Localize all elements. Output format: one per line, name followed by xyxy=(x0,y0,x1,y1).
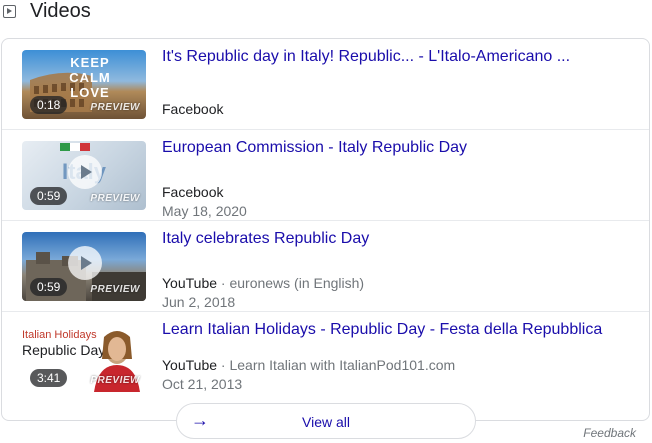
video-thumbnail[interactable]: Italian Holidays Republic Day 3:41 PREVI… xyxy=(22,323,146,392)
video-date: May 18, 2020 xyxy=(162,203,247,219)
video-thumbnail[interactable]: 0:59 PREVIEW xyxy=(22,232,146,301)
video-title-link[interactable]: Learn Italian Holidays - Republic Day - … xyxy=(162,321,602,339)
video-source: Facebook xyxy=(162,184,224,200)
preview-label: PREVIEW xyxy=(90,284,140,295)
video-title-link[interactable]: It's Republic day in Italy! Republic... … xyxy=(162,48,570,66)
duration-badge: 0:59 xyxy=(30,187,68,205)
video-title-link[interactable]: Italy celebrates Republic Day xyxy=(162,230,369,248)
video-play-icon xyxy=(3,4,16,18)
duration-badge: 0:59 xyxy=(30,278,68,296)
view-all-label: View all xyxy=(302,414,350,430)
video-row[interactable]: KEEP CALM LOVE 0:18 PREVIEW It's Republi… xyxy=(2,39,649,130)
preview-label: PREVIEW xyxy=(90,193,140,204)
duration-badge: 0:18 xyxy=(30,96,68,114)
video-thumbnail[interactable]: KEEP CALM LOVE 0:18 PREVIEW xyxy=(22,50,146,119)
view-all-button[interactable]: → View all xyxy=(176,403,476,439)
videos-card: KEEP CALM LOVE 0:18 PREVIEW It's Republi… xyxy=(1,38,650,421)
preview-label: PREVIEW xyxy=(90,375,140,386)
video-title-link[interactable]: European Commission - Italy Republic Day xyxy=(162,139,467,157)
videos-header: Videos xyxy=(0,0,91,22)
duration-badge: 3:41 xyxy=(30,369,68,387)
video-row[interactable]: 0:59 PREVIEW Italy celebrates Republic D… xyxy=(2,221,649,312)
preview-label: PREVIEW xyxy=(90,102,140,113)
section-title: Videos xyxy=(30,0,91,22)
italian-flag-image xyxy=(60,143,90,151)
video-source: Facebook xyxy=(162,101,224,117)
play-icon xyxy=(68,155,102,189)
video-row[interactable]: Italian Holidays Republic Day 3:41 PREVI… xyxy=(2,312,649,403)
video-date: Jun 2, 2018 xyxy=(162,294,236,310)
video-date: Oct 21, 2013 xyxy=(162,376,243,392)
video-channel: Learn Italian with ItalianPod101.com xyxy=(229,357,456,373)
thumbnail-caption: KEEP CALM LOVE xyxy=(69,55,111,100)
feedback-link[interactable]: Feedback xyxy=(583,426,636,440)
video-channel: euronews (in English) xyxy=(229,275,365,291)
video-thumbnail[interactable]: Italy 0:59 PREVIEW xyxy=(22,141,146,210)
play-icon xyxy=(68,246,102,280)
video-source: YouTube · euronews (in English) xyxy=(162,275,365,291)
video-row[interactable]: Italy 0:59 PREVIEW European Commission -… xyxy=(2,130,649,221)
video-source: YouTube · Learn Italian with ItalianPod1… xyxy=(162,357,456,373)
